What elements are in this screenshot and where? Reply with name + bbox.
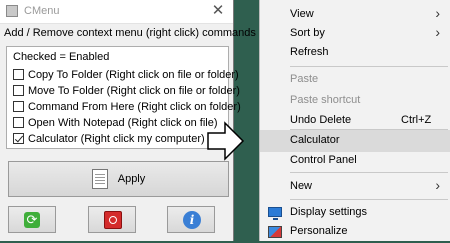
apply-button[interactable]: Apply <box>8 161 229 197</box>
option-label: Copy To Folder (Right click on file or f… <box>28 69 239 81</box>
menu-item-paste[interactable]: Paste <box>260 69 450 91</box>
chevron-right-icon: › <box>435 5 440 21</box>
menu-item-label: Sort by <box>290 27 325 39</box>
cmenu-window: CMenu ✕ Add / Remove context menu (right… <box>0 0 256 241</box>
menu-item-control-panel[interactable]: Control Panel <box>260 150 450 172</box>
options-group: Checked = Enabled Copy To Folder (Right … <box>6 46 241 149</box>
menu-item-label: Calculator <box>290 134 340 146</box>
power-button[interactable] <box>88 206 136 233</box>
option-label: Command From Here (Right click on folder… <box>28 101 241 113</box>
menu-item-label: Refresh <box>290 46 329 58</box>
checkbox[interactable] <box>13 100 24 112</box>
menu-item-label: New <box>290 180 313 192</box>
title-bar: CMenu ✕ <box>0 0 233 24</box>
window-title: CMenu <box>24 5 60 17</box>
option-calculator[interactable]: Calculator (Right click my computer) <box>13 132 205 147</box>
desktop-context-menu: View › Sort by › Refresh Paste Paste sho… <box>259 0 450 241</box>
option-copy-to-folder[interactable]: Copy To Folder (Right click on file or f… <box>13 68 239 83</box>
menu-separator <box>290 172 448 173</box>
checkbox-checked[interactable] <box>13 132 24 144</box>
option-open-with-notepad[interactable]: Open With Notepad (Right click on file) <box>13 116 218 131</box>
menu-item-personalize[interactable]: Personalize <box>260 221 450 243</box>
close-button[interactable]: ✕ <box>203 0 233 23</box>
personalize-icon <box>268 226 282 238</box>
app-icon <box>6 5 18 17</box>
power-icon <box>104 211 122 229</box>
menu-separator <box>290 66 448 67</box>
menu-item-new[interactable]: New › <box>260 176 450 198</box>
checkbox[interactable] <box>13 84 24 96</box>
menu-item-label: Personalize <box>290 225 348 237</box>
menu-separator <box>290 199 448 200</box>
checkbox[interactable] <box>13 116 24 128</box>
menu-item-calculator[interactable]: Calculator <box>260 130 450 152</box>
checkbox[interactable] <box>13 68 24 80</box>
apply-label: Apply <box>117 173 146 185</box>
menu-item-label: Paste shortcut <box>290 94 361 106</box>
menu-item-label: Control Panel <box>290 154 357 166</box>
pointer-arrow-icon <box>207 121 245 161</box>
option-label: Move To Folder (Right click on file or f… <box>28 85 240 97</box>
refresh-button[interactable]: ⟳ <box>8 206 56 233</box>
option-label: Calculator (Right click my computer) <box>28 133 205 145</box>
menu-item-label: View <box>290 8 314 20</box>
about-button[interactable]: i <box>167 206 215 233</box>
menu-item-label: Display settings <box>290 206 368 218</box>
menu-item-label: Undo Delete <box>290 114 352 126</box>
chevron-right-icon: › <box>435 24 440 40</box>
chevron-right-icon: › <box>435 177 440 193</box>
option-move-to-folder[interactable]: Move To Folder (Right click on file or f… <box>13 84 240 99</box>
menu-item-shortcut: Ctrl+Z <box>401 114 432 126</box>
option-label: Open With Notepad (Right click on file) <box>28 117 218 129</box>
menu-item-paste-shortcut[interactable]: Paste shortcut <box>260 90 450 112</box>
refresh-icon: ⟳ <box>24 212 40 228</box>
options-legend: Checked = Enabled <box>13 51 110 63</box>
display-icon <box>268 207 282 220</box>
menu-item-label: Paste <box>290 73 319 85</box>
notepad-icon <box>91 169 108 189</box>
option-command-from-here[interactable]: Command From Here (Right click on folder… <box>13 100 241 115</box>
info-icon: i <box>183 211 201 229</box>
menu-item-refresh[interactable]: Refresh <box>260 42 450 64</box>
instructions-label: Add / Remove context menu (right click) … <box>4 27 256 39</box>
